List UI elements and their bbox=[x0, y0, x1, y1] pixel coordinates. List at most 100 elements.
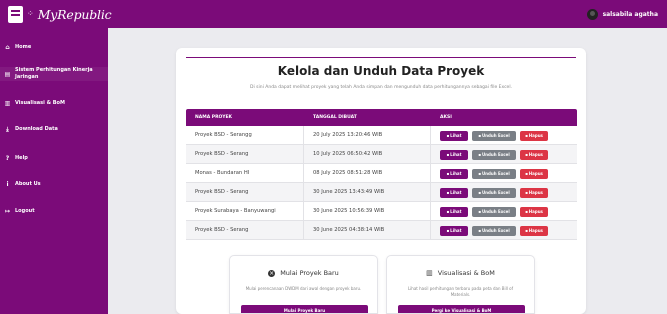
view-button[interactable]: ▪ Lihat bbox=[440, 207, 468, 217]
view-button[interactable]: ▪ Lihat bbox=[440, 188, 468, 198]
sidebar-item-label: Logout bbox=[15, 208, 35, 214]
delete-label: Hapus bbox=[528, 190, 543, 195]
row-actions: ▪ Lihat ▪ Unduh Excel ▪ Hapus bbox=[440, 131, 548, 141]
plus-circle-icon: × bbox=[268, 269, 276, 277]
column-divider bbox=[303, 183, 304, 201]
trash-icon: ▪ bbox=[525, 152, 528, 157]
sidebar-item-home[interactable]: ⌂ Home bbox=[0, 44, 108, 51]
view-label: Lihat bbox=[450, 133, 462, 138]
top-navbar: ⁘ MyRepublic salsabila agatha bbox=[0, 0, 667, 28]
download-excel-button[interactable]: ▪ Unduh Excel bbox=[472, 207, 516, 217]
delete-button[interactable]: ▪ Hapus bbox=[520, 131, 548, 141]
eye-icon: ▪ bbox=[446, 228, 450, 233]
project-name: Proyek BSD - Serang bbox=[195, 151, 249, 157]
trash-icon: ▪ bbox=[525, 228, 528, 233]
excel-label: Unduh Excel bbox=[481, 228, 510, 233]
download-excel-button[interactable]: ▪ Unduh Excel bbox=[472, 150, 516, 160]
column-divider bbox=[430, 164, 431, 182]
trash-icon: ▪ bbox=[525, 133, 528, 138]
column-divider bbox=[430, 183, 431, 201]
sidebar-item-label: About Us bbox=[15, 181, 41, 187]
sidebar-item-about[interactable]: i About Us bbox=[0, 181, 108, 188]
excel-label: Unduh Excel bbox=[481, 152, 510, 157]
column-divider bbox=[303, 221, 304, 239]
sidebar-item-logout[interactable]: ↦ Logout bbox=[0, 208, 108, 215]
project-name: Proyek Surabaya - Banyuwangi bbox=[195, 208, 276, 214]
avatar-icon bbox=[586, 8, 598, 20]
row-actions: ▪ Lihat ▪ Unduh Excel ▪ Hapus bbox=[440, 150, 548, 160]
column-divider bbox=[303, 126, 304, 144]
start-project-button[interactable]: Mulai Proyek Baru bbox=[241, 305, 368, 313]
visual-title: Visualisasi & BoM bbox=[437, 269, 495, 277]
sidebar: ⌂ Home ▤ Sistem Perhitungan Kinerja Jari… bbox=[0, 28, 108, 314]
table-row: Proyek BSD - Serang 10 July 2025 06:50:4… bbox=[186, 145, 577, 164]
project-name: Proyek BSD - Serang bbox=[195, 189, 249, 195]
row-actions: ▪ Lihat ▪ Unduh Excel ▪ Hapus bbox=[440, 188, 548, 198]
info-icon: i bbox=[6, 181, 9, 188]
view-button[interactable]: ▪ Lihat bbox=[440, 226, 468, 236]
visual-desc: Lihat hasil perhitungan terbaru pada pet… bbox=[407, 286, 514, 297]
file-excel-icon: ▪ bbox=[478, 190, 481, 195]
user-name: salsabila agatha bbox=[602, 10, 658, 18]
trash-icon: ▪ bbox=[525, 171, 528, 176]
delete-label: Hapus bbox=[528, 171, 543, 176]
table-row: Proyek BSD - Serang 30 June 2025 13:43:4… bbox=[186, 183, 577, 202]
view-label: Lihat bbox=[450, 228, 462, 233]
file-excel-icon: ▪ bbox=[478, 152, 481, 157]
column-header-date: TANGGAL DIBUAT bbox=[313, 115, 357, 120]
sidebar-item-visualisasi[interactable]: ▥ Visualisasi & BoM bbox=[0, 100, 108, 107]
file-excel-icon: ▪ bbox=[478, 133, 481, 138]
delete-button[interactable]: ▪ Hapus bbox=[520, 207, 548, 217]
column-divider bbox=[303, 202, 304, 220]
download-excel-button[interactable]: ▪ Unduh Excel bbox=[472, 226, 516, 236]
delete-label: Hapus bbox=[528, 133, 543, 138]
sidebar-item-help[interactable]: ? Help bbox=[0, 155, 108, 162]
excel-label: Unduh Excel bbox=[481, 190, 510, 195]
download-excel-button[interactable]: ▪ Unduh Excel bbox=[472, 169, 516, 179]
delete-label: Hapus bbox=[528, 209, 543, 214]
go-visual-button[interactable]: Pergi ke Visualisasi & BoM bbox=[398, 305, 525, 313]
delete-button[interactable]: ▪ Hapus bbox=[520, 188, 548, 198]
logo-mark-icon bbox=[8, 5, 23, 23]
project-date: 08 July 2025 08:51:28 WIB bbox=[313, 170, 383, 176]
chart-icon: ▥ bbox=[426, 269, 433, 277]
brand-logo[interactable]: ⁘ MyRepublic bbox=[8, 4, 112, 24]
file-excel-icon: ▪ bbox=[478, 171, 481, 176]
row-actions: ▪ Lihat ▪ Unduh Excel ▪ Hapus bbox=[440, 207, 548, 217]
column-divider bbox=[303, 145, 304, 163]
view-button[interactable]: ▪ Lihat bbox=[440, 131, 468, 141]
delete-button[interactable]: ▪ Hapus bbox=[520, 169, 548, 179]
column-divider bbox=[430, 126, 431, 144]
download-excel-button[interactable]: ▪ Unduh Excel bbox=[472, 188, 516, 198]
table-header: NAMA PROYEK TANGGAL DIBUAT AKSI bbox=[186, 109, 577, 126]
logo-dots-icon: ⁘ bbox=[27, 9, 34, 18]
delete-button[interactable]: ▪ Hapus bbox=[520, 226, 548, 236]
table-row: Proyek BSD - Serangg 20 July 2025 13:20:… bbox=[186, 126, 577, 145]
view-label: Lihat bbox=[450, 171, 462, 176]
start-project-label: Mulai Proyek Baru bbox=[283, 308, 326, 313]
file-excel-icon: ▪ bbox=[478, 209, 481, 214]
sidebar-item-sistem-perhitungan[interactable]: ▤ Sistem Perhitungan Kinerja Jaringan bbox=[0, 67, 108, 81]
eye-icon: ▪ bbox=[446, 133, 450, 138]
view-button[interactable]: ▪ Lihat bbox=[440, 169, 468, 179]
view-label: Lihat bbox=[450, 209, 462, 214]
column-header-action: AKSI bbox=[440, 115, 452, 120]
column-divider bbox=[430, 221, 431, 239]
new-project-title: Mulai Proyek Baru bbox=[280, 269, 339, 277]
project-table: NAMA PROYEK TANGGAL DIBUAT AKSI Proyek B… bbox=[186, 109, 577, 240]
delete-label: Hapus bbox=[528, 152, 543, 157]
sidebar-item-download[interactable]: ⤓ Download Data bbox=[0, 126, 108, 133]
sidebar-item-label: Sistem Perhitungan Kinerja Jaringan bbox=[15, 67, 93, 80]
download-excel-button[interactable]: ▪ Unduh Excel bbox=[472, 131, 516, 141]
new-project-title-row: × Mulai Proyek Baru bbox=[230, 269, 377, 277]
delete-button[interactable]: ▪ Hapus bbox=[520, 150, 548, 160]
new-project-desc: Mulai perencanaan DWDM dari awal dengan … bbox=[245, 286, 362, 291]
sidebar-item-label: Download Data bbox=[15, 126, 58, 132]
logout-icon: ↦ bbox=[4, 208, 11, 215]
visual-panel: ▥ Visualisasi & BoM Lihat hasil perhitun… bbox=[386, 255, 535, 314]
view-button[interactable]: ▪ Lihat bbox=[440, 150, 468, 160]
row-actions: ▪ Lihat ▪ Unduh Excel ▪ Hapus bbox=[440, 169, 548, 179]
eye-icon: ▪ bbox=[446, 152, 450, 157]
home-icon: ⌂ bbox=[5, 44, 10, 51]
user-menu[interactable]: salsabila agatha bbox=[586, 7, 658, 21]
